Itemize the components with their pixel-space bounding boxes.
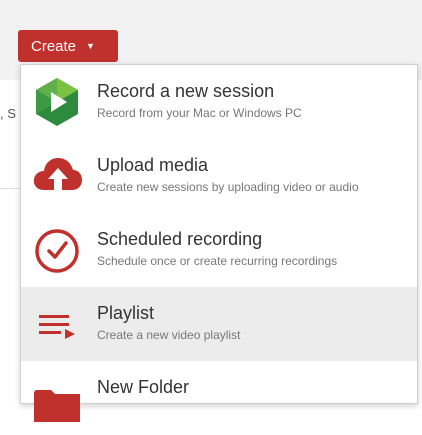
cloud-upload-icon [33,158,82,190]
menu-item-record-session[interactable]: Record a new session Record from your Ma… [21,65,417,139]
menu-item-subtitle: Create a new video playlist [97,328,241,342]
create-button[interactable]: Create ▼ [18,30,118,62]
menu-item-title: Record a new session [97,81,275,101]
menu-item-subtitle: Record from your Mac or Windows PC [97,106,302,120]
menu-item-title: Playlist [97,303,155,323]
menu-item-title: Scheduled recording [97,229,263,249]
panopto-logo-icon [36,78,78,126]
create-dropdown-menu: Record a new session Record from your Ma… [20,64,418,422]
playlist-icon [39,315,75,339]
menu-item-new-folder[interactable]: New Folder [21,361,417,435]
create-button-label: Create [31,37,77,55]
menu-item-title: New Folder [97,377,190,397]
menu-item-playlist[interactable]: Playlist Create a new video playlist [21,287,417,361]
folder-icon [34,390,80,422]
background-text-fragment: , S [0,106,16,121]
menu-item-upload-media[interactable]: Upload media Create new sessions by uplo… [21,139,417,213]
clock-icon [35,229,79,273]
menu-item-subtitle: Schedule once or create recurring record… [97,254,338,268]
menu-item-scheduled-recording[interactable]: Scheduled recording Schedule once or cre… [21,213,417,287]
background-divider [0,188,20,189]
menu-item-subtitle: Create new sessions by uploading video o… [97,180,359,194]
caret-down-icon: ▼ [86,40,95,51]
menu-item-title: Upload media [97,155,209,175]
